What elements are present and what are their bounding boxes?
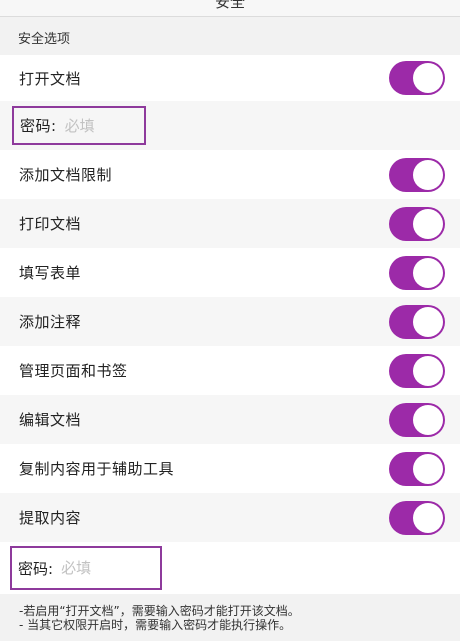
manage-pages-toggle[interactable] — [389, 353, 445, 388]
toggle-knob — [413, 502, 443, 533]
toggle-knob — [413, 355, 443, 386]
permission-row-add-restrictions[interactable]: 添加文档限制 — [0, 150, 460, 199]
toggle-knob — [413, 453, 443, 484]
permissions-password-field[interactable]: 密码: — [10, 546, 162, 590]
open-password-input[interactable] — [64, 116, 135, 135]
note-line: - 当其它权限开启时，需要输入密码才能执行操作。 — [19, 618, 292, 632]
extract-toggle[interactable] — [389, 500, 445, 535]
permission-row-manage-pages[interactable]: 管理页面和书签 — [0, 346, 460, 395]
page-title: 安全 — [214, 0, 245, 11]
open-password-row: 密码: — [0, 101, 460, 150]
toggle-knob — [413, 306, 443, 337]
note-line: -若启用“打开文档”，需要输入密码才能打开该文档。 — [19, 604, 300, 618]
open-password-field[interactable]: 密码: — [12, 106, 146, 145]
permission-row-fill-forms[interactable]: 填写表单 — [0, 248, 460, 297]
toggle-knob — [413, 63, 443, 93]
permission-row-annotate[interactable]: 添加注释 — [0, 297, 460, 346]
fill-forms-toggle[interactable] — [389, 255, 445, 290]
permission-row-extract[interactable]: 提取内容 — [0, 493, 460, 542]
permission-label: 打印文档 — [19, 215, 82, 233]
permission-label: 添加注释 — [19, 313, 82, 331]
permission-label: 填写表单 — [19, 264, 82, 282]
toggle-knob — [413, 404, 443, 435]
help-notes: -若启用“打开文档”，需要输入密码才能打开该文档。 - 当其它权限开启时，需要输… — [0, 594, 460, 632]
open-document-row[interactable]: 打开文档 — [0, 55, 460, 101]
edit-toggle[interactable] — [389, 402, 445, 437]
permission-label: 编辑文档 — [19, 411, 82, 429]
permission-row-copy-accessibility[interactable]: 复制内容用于辅助工具 — [0, 444, 460, 493]
header-bar: 安全 — [0, 0, 460, 17]
open-document-toggle[interactable] — [389, 61, 445, 95]
open-document-label: 打开文档 — [19, 69, 82, 88]
toggle-knob — [413, 208, 443, 239]
section-title: 安全选项 — [0, 17, 460, 55]
permission-label: 添加文档限制 — [19, 166, 113, 184]
permissions-password-input[interactable] — [61, 559, 132, 577]
permission-label: 提取内容 — [19, 509, 82, 527]
permissions-password-label: 密码: — [18, 559, 54, 578]
toggle-knob — [413, 257, 443, 288]
copy-accessibility-toggle[interactable] — [389, 451, 445, 486]
open-password-label: 密码: — [20, 117, 57, 135]
toggle-knob — [413, 159, 443, 190]
add-restrictions-toggle[interactable] — [389, 157, 445, 192]
security-settings-screen: 安全 安全选项 打开文档 密码: 添加文档限制 打印文档 填写表单 添加注释 管… — [0, 0, 460, 641]
annotate-toggle[interactable] — [389, 304, 445, 339]
permission-row-edit[interactable]: 编辑文档 — [0, 395, 460, 444]
print-toggle[interactable] — [389, 206, 445, 241]
permissions-password-row: 密码: — [0, 542, 460, 594]
permission-label: 复制内容用于辅助工具 — [19, 460, 175, 478]
permission-label: 管理页面和书签 — [19, 362, 128, 380]
permission-row-print[interactable]: 打印文档 — [0, 199, 460, 248]
